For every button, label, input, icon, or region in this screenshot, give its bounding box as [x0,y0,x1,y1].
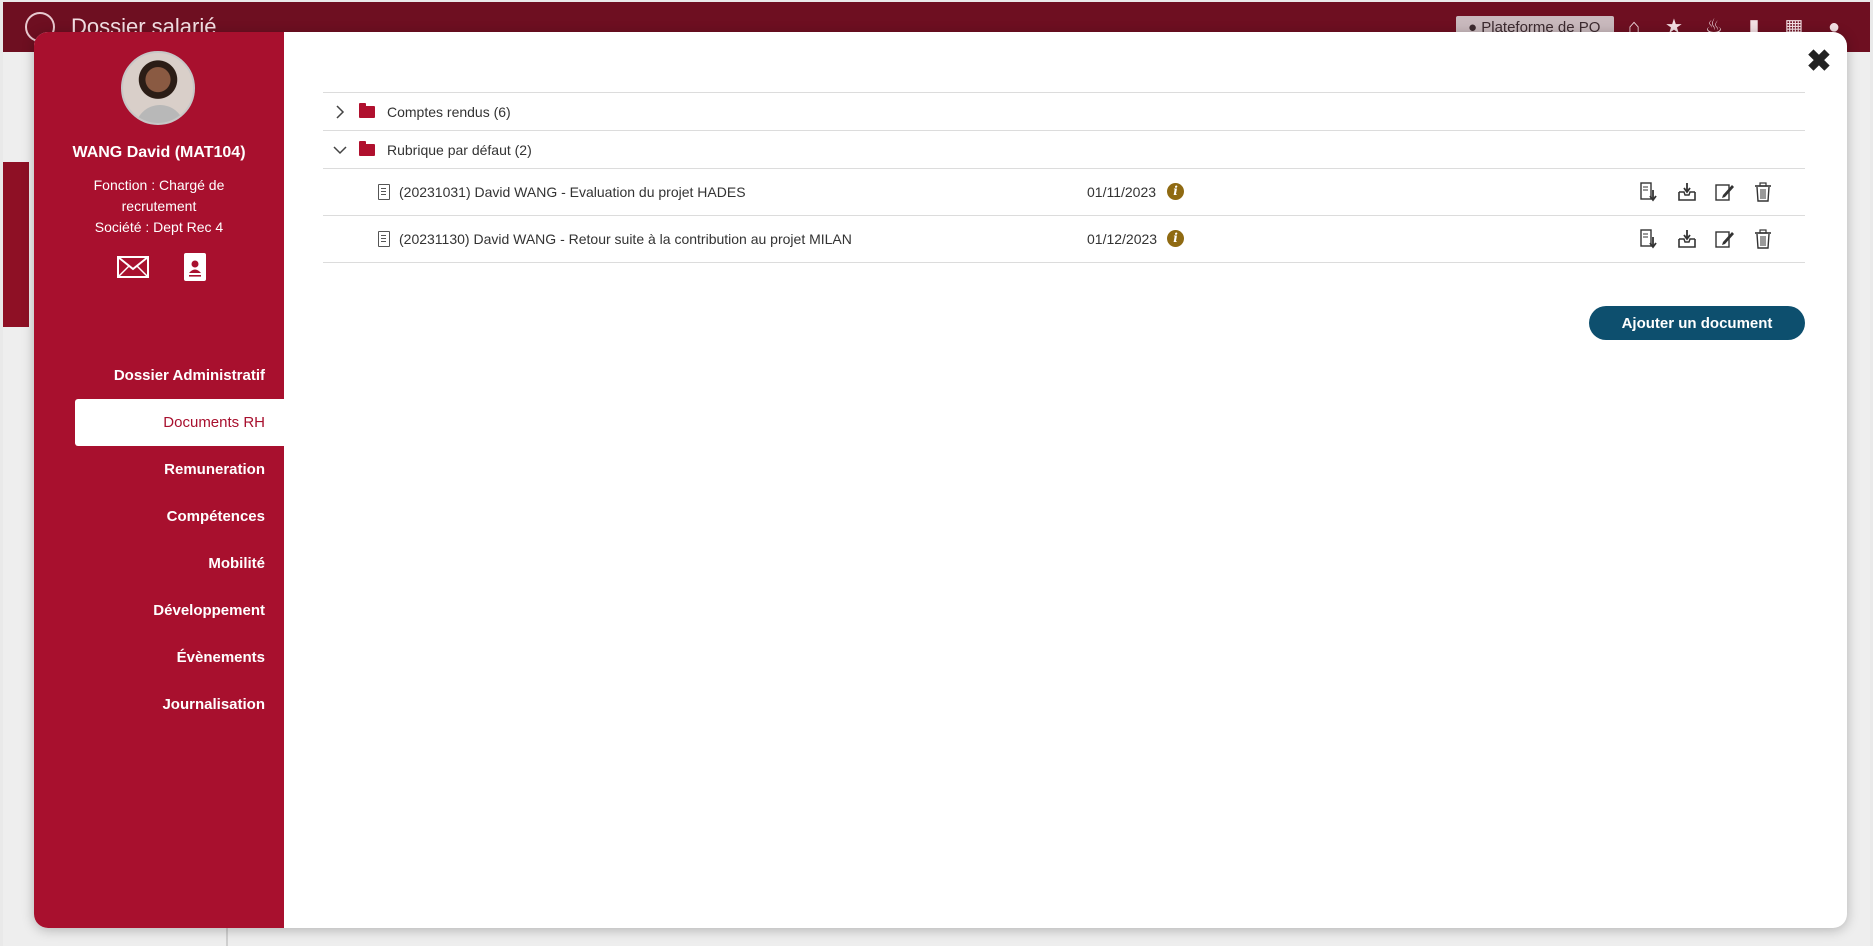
archive-icon[interactable] [1677,228,1697,250]
info-icon[interactable]: i [1167,230,1184,247]
nav-item-competences[interactable]: Compétences [75,493,284,540]
employee-sidebar: WANG David (MAT104) Fonction : Chargé de… [34,32,284,928]
close-icon[interactable]: ✖ [1805,47,1833,77]
document-row[interactable]: (20231031) David WANG - Evaluation du pr… [323,168,1805,215]
archive-icon[interactable] [1677,181,1697,203]
document-date: 01/12/2023 [1087,231,1158,247]
sidebar-nav: Dossier Administratif Documents RH Remun… [75,352,284,728]
id-badge-icon[interactable] [178,252,212,282]
nav-item-evenements[interactable]: Évènements [75,634,284,681]
document-icon [378,231,390,247]
folder-row-rubrique-par-defaut[interactable]: Rubrique par défaut (2) [323,130,1805,168]
folder-icon [359,140,375,156]
nav-item-journalisation[interactable]: Journalisation [75,681,284,728]
avatar [121,51,195,125]
row-actions [1639,181,1773,203]
download-icon[interactable] [1639,181,1659,203]
employee-info: Fonction : Chargé de recrutement Société… [64,175,254,238]
trash-icon[interactable] [1753,228,1773,250]
folder-label: Comptes rendus (6) [387,103,511,120]
employee-name: WANG David (MAT104) [72,144,246,161]
edit-icon[interactable] [1715,181,1735,203]
documents-tree: Comptes rendus (6) Rubrique par défaut (… [323,92,1805,263]
chevron-down-icon[interactable] [329,145,351,155]
document-row[interactable]: (20231130) David WANG - Retour suite à l… [323,215,1805,263]
folder-icon [359,102,375,118]
document-icon [378,184,390,200]
document-title[interactable]: (20231031) David WANG - Evaluation du pr… [399,184,1079,200]
edit-icon[interactable] [1715,228,1735,250]
trash-icon[interactable] [1753,181,1773,203]
mail-icon[interactable] [116,252,150,282]
nav-item-dossier-administratif[interactable]: Dossier Administratif [75,352,284,399]
background-left-panel [3,162,29,327]
folder-row-comptes-rendus[interactable]: Comptes rendus (6) [323,92,1805,130]
employee-societe: Société : Dept Rec 4 [94,219,224,235]
row-actions [1639,228,1773,250]
add-document-button[interactable]: Ajouter un document [1589,306,1805,340]
nav-item-mobilite[interactable]: Mobilité [75,540,284,587]
document-date: 01/11/2023 [1087,184,1157,200]
nav-item-documents-rh[interactable]: Documents RH [75,399,284,446]
employee-fonction: Fonction : Chargé de recrutement [93,177,225,214]
info-icon[interactable]: i [1167,183,1184,200]
employee-modal: WANG David (MAT104) Fonction : Chargé de… [34,32,1847,928]
nav-item-remuneration[interactable]: Remuneration [75,446,284,493]
download-icon[interactable] [1639,228,1659,250]
nav-item-developpement[interactable]: Développement [75,587,284,634]
folder-label: Rubrique par défaut (2) [387,141,532,158]
document-title[interactable]: (20231130) David WANG - Retour suite à l… [399,231,1079,247]
contact-icons [116,252,212,282]
chevron-right-icon[interactable] [329,104,351,119]
